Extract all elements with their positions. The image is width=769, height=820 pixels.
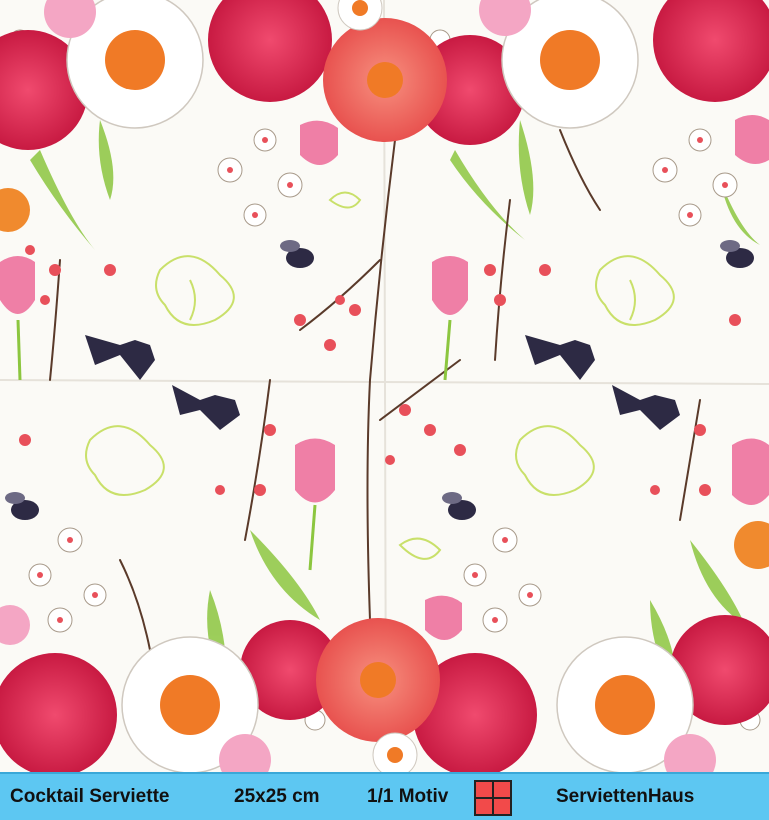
square-grid-icon [474, 780, 512, 816]
product-name: Cocktail Serviette [10, 786, 170, 807]
motif-count: 1/1 Motiv [367, 786, 449, 807]
floral-napkin-artwork [0, 0, 769, 772]
product-size: 25x25 cm [234, 786, 320, 807]
shop-name: ServiettenHaus [556, 786, 695, 807]
napkin-product-image: Cocktail Serviette 25x25 cm 1/1 Motiv Se… [0, 0, 769, 820]
caption-bar: Cocktail Serviette 25x25 cm 1/1 Motiv Se… [0, 772, 769, 820]
